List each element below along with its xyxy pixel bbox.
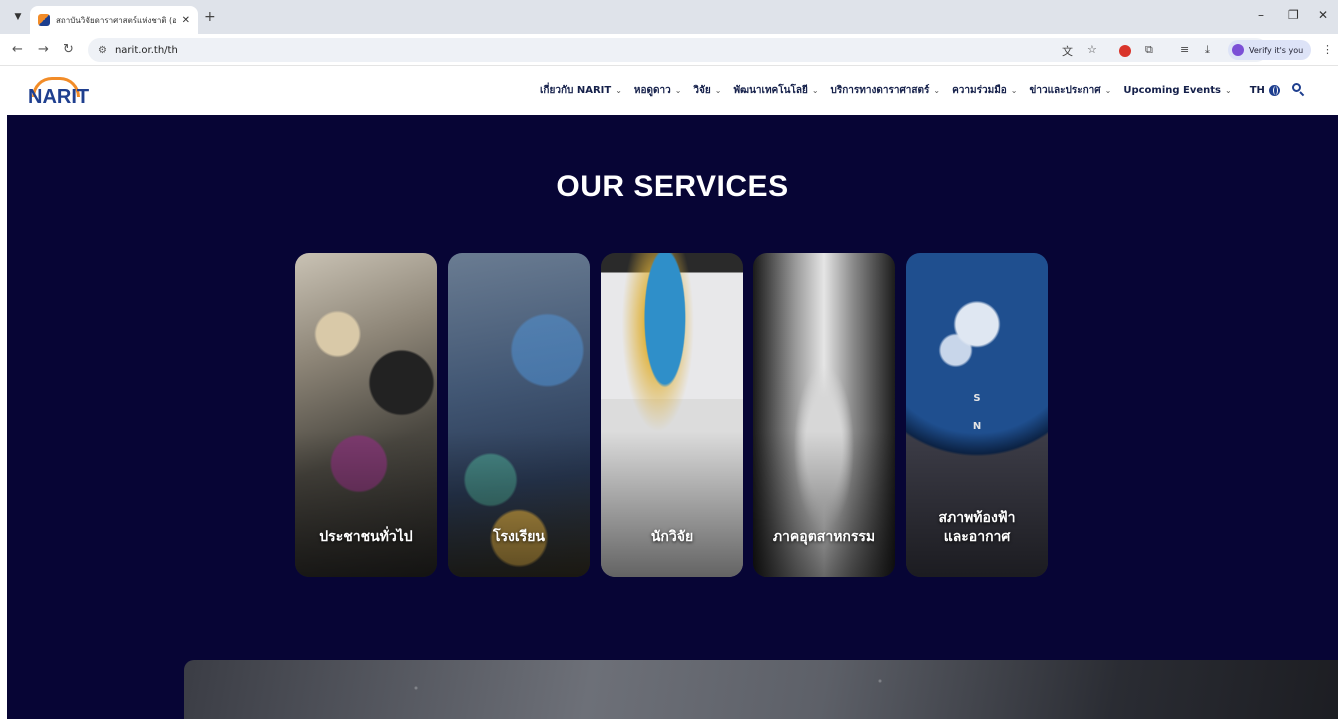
nav-item-technology[interactable]: พัฒนาเทคโนโลยี ⌄	[733, 83, 818, 98]
new-tab-plus-icon[interactable]: +	[204, 9, 216, 25]
service-card-public[interactable]: ประชาชนทั่วไป	[295, 253, 437, 577]
browser-toolbar: ← → ↻ ⚙ narit.or.th/th 文 ☆ ⧉ ≡ ⤓ Verify …	[0, 34, 1338, 66]
chevron-down-icon: ⌄	[1225, 86, 1232, 95]
chevron-down-icon: ⌄	[1010, 86, 1018, 95]
search-icon-handle	[1299, 91, 1305, 97]
service-card-industry[interactable]: ภาคอุตสาหกรรม	[753, 253, 895, 577]
reload-icon[interactable]: ↻	[63, 42, 74, 58]
nav-item-label: วิจัย	[693, 85, 711, 96]
service-card-sky-weather[interactable]: S N สภาพท้องฟ้า และอากาศ	[906, 253, 1048, 577]
narit-logo[interactable]: NARIT	[26, 77, 90, 108]
language-label: TH	[1249, 85, 1265, 96]
service-card-school[interactable]: โรงเรียน	[448, 253, 590, 577]
browser-menu-icon[interactable]: ⋮	[1322, 43, 1333, 56]
nav-item-about[interactable]: เกี่ยวกับ NARIT ⌄	[540, 83, 622, 98]
download-icon[interactable]: ⤓	[1205, 43, 1210, 57]
nav-item-label: ความร่วมมือ	[952, 85, 1007, 96]
adblock-extension-icon[interactable]	[1119, 45, 1131, 57]
site-settings-icon[interactable]: ⚙	[98, 45, 107, 56]
nav-item-label: Upcoming Events	[1123, 85, 1221, 96]
card-label: ภาคอุตสาหกรรม	[772, 529, 876, 545]
search-button[interactable]	[1290, 81, 1306, 97]
nav-item-label: พัฒนาเทคโนโลยี	[733, 85, 808, 96]
url-text: narit.or.th/th	[114, 44, 178, 56]
logo-wordmark: NARIT	[28, 86, 90, 108]
nav-item-label: บริการทางดาราศาสตร์	[830, 85, 930, 96]
section-title: OUR SERVICES	[556, 170, 789, 203]
chevron-down-icon: ⌄	[714, 86, 722, 95]
chevron-down-icon: ⌄	[811, 86, 819, 95]
tab-close-icon[interactable]: ✕	[182, 15, 190, 26]
services-section: OUR SERVICES ประชาชนทั่วไป โรงเรียน นักว…	[7, 115, 1338, 719]
back-arrow-icon[interactable]: ←	[12, 42, 23, 58]
narit-favicon-icon	[38, 14, 50, 26]
card-label: สภาพท้องฟ้า และอากาศ	[938, 510, 1016, 545]
nav-item-label: เกี่ยวกับ NARIT	[540, 85, 612, 96]
restore-icon[interactable]: ❐	[1288, 8, 1299, 22]
reading-list-icon[interactable]: ≡	[1180, 43, 1189, 56]
browser-tab-bar: ▼ สถาบันวิจัยดาราศาสตร์แห่งชาติ (องค์ ✕ …	[0, 0, 1338, 34]
close-window-icon[interactable]: ✕	[1318, 8, 1328, 22]
language-switcher[interactable]: TH	[1250, 85, 1280, 96]
tab-list-chevron-icon[interactable]: ▼	[10, 9, 26, 25]
chevron-down-icon: ⌄	[933, 86, 941, 95]
nav-item-collaboration[interactable]: ความร่วมมือ ⌄	[952, 83, 1017, 98]
card-label: ประชาชนทั่วไป	[319, 529, 413, 545]
verify-label: Verify it's you	[1249, 45, 1304, 55]
verify-profile-button[interactable]: Verify it's you	[1228, 40, 1312, 60]
chevron-down-icon: ⌄	[1104, 86, 1112, 95]
minimize-icon[interactable]: –	[1258, 8, 1264, 22]
site-header: NARIT เกี่ยวกับ NARIT ⌄ หอดูดาว ⌄ วิจัย ⌄ พ…	[0, 67, 1338, 115]
bookmark-star-icon[interactable]: ☆	[1087, 43, 1097, 56]
extensions-puzzle-icon[interactable]: ⧉	[1145, 43, 1153, 57]
chevron-down-icon: ⌄	[615, 86, 622, 95]
profile-avatar-icon	[1232, 44, 1244, 56]
card-label: นักวิจัย	[650, 529, 694, 545]
nav-item-research[interactable]: วิจัย ⌄	[693, 83, 721, 98]
nav-item-news[interactable]: ข่าวและประกาศ ⌄	[1030, 83, 1112, 98]
translate-icon[interactable]: 文	[1062, 43, 1073, 59]
browser-tab[interactable]: สถาบันวิจัยดาราศาสตร์แห่งชาติ (องค์ ✕	[30, 6, 198, 34]
forward-arrow-icon[interactable]: →	[38, 42, 49, 58]
observatory-banner-image	[184, 660, 1338, 719]
service-card-researcher[interactable]: นักวิจัย	[601, 253, 743, 577]
nav-item-label: หอดูดาว	[633, 85, 671, 96]
main-nav: เกี่ยวกับ NARIT ⌄ หอดูดาว ⌄ วิจัย ⌄ พัฒนาเท…	[540, 83, 1280, 98]
nav-item-upcoming-events[interactable]: Upcoming Events ⌄	[1123, 85, 1231, 96]
nav-item-services[interactable]: บริการทางดาราศาสตร์ ⌄	[831, 83, 941, 98]
card-label: โรงเรียน	[493, 529, 545, 545]
globe-icon	[1268, 85, 1280, 96]
chevron-down-icon: ⌄	[674, 86, 682, 95]
tab-title: สถาบันวิจัยดาราศาสตร์แห่งชาติ (องค์	[56, 15, 176, 25]
nav-item-observatory[interactable]: หอดูดาว ⌄	[634, 83, 682, 98]
nav-item-label: ข่าวและประกาศ	[1029, 85, 1101, 96]
